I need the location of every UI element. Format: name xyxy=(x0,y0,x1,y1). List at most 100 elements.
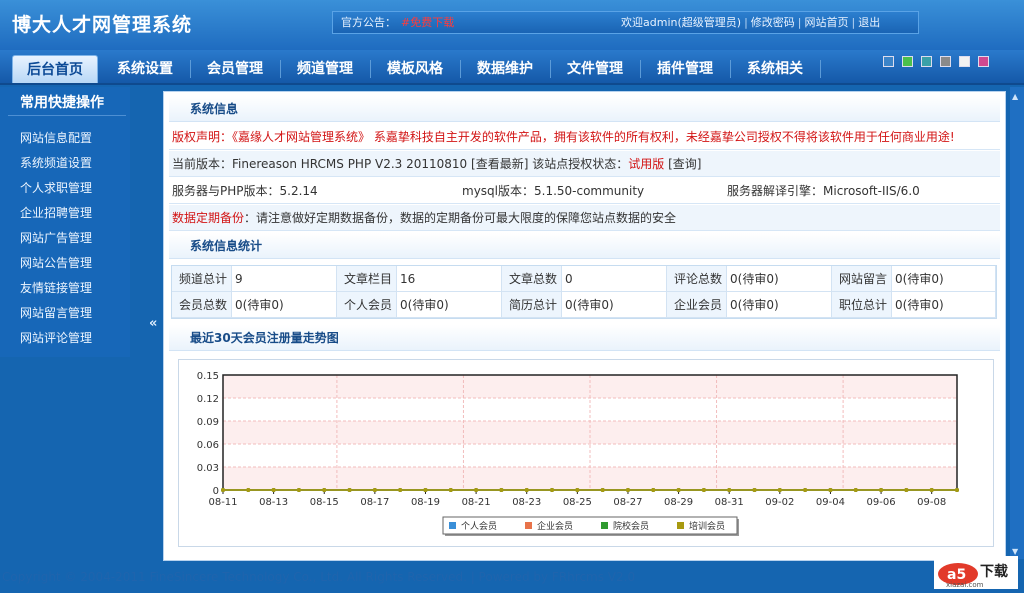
x-tick-label: 08-17 xyxy=(360,497,389,508)
series-point xyxy=(676,488,681,492)
nav-divider xyxy=(640,60,641,78)
auth-status: 试用版 xyxy=(628,157,665,171)
sidebar-item-job-seekers[interactable]: 个人求职管理 xyxy=(20,179,92,196)
welcome-text[interactable]: 欢迎admin(超级管理员) xyxy=(621,16,741,29)
series-point xyxy=(575,488,580,492)
series-point xyxy=(600,488,605,492)
stats-title: 系统信息统计 xyxy=(169,233,1000,259)
y-tick-label: 0.15 xyxy=(197,371,219,382)
stat-value: 0(待审0) xyxy=(397,292,502,318)
legend-label: 企业会员 xyxy=(537,520,573,532)
legend-swatch xyxy=(525,522,532,529)
series-point xyxy=(372,488,377,492)
sidebar-item-channel-settings[interactable]: 系统频道设置 xyxy=(20,154,92,171)
skin-swatch-blue[interactable] xyxy=(883,56,894,67)
nav-home[interactable]: 后台首页 xyxy=(12,55,98,83)
skin-swatch-gray[interactable] xyxy=(940,56,951,67)
change-password-link[interactable]: 修改密码 xyxy=(751,16,795,29)
x-tick-label: 08-31 xyxy=(715,497,744,508)
notice-label: 官方公告： xyxy=(341,16,396,29)
series-point xyxy=(828,488,833,492)
nav-plugin-management[interactable]: 插件管理 xyxy=(644,55,726,83)
nav-channel-management[interactable]: 频道管理 xyxy=(284,55,366,83)
series-point xyxy=(955,488,959,492)
collapse-sidebar-icon[interactable]: « xyxy=(149,316,157,331)
y-tick-label: 0 xyxy=(213,486,219,497)
logout-link[interactable]: 退出 xyxy=(858,16,880,29)
stat-value: 9 xyxy=(232,266,337,292)
main-panel: 系统信息 版权声明：《嘉缘人才网站管理系统》 系嘉挚科技自主开发的软件产品，拥有… xyxy=(163,91,1006,561)
stat-label: 职位总计 xyxy=(832,292,892,318)
sidebar-item-messages[interactable]: 网站留言管理 xyxy=(20,304,92,321)
sidebar-item-friend-links[interactable]: 友情链接管理 xyxy=(20,279,92,296)
check-latest-link[interactable]: [查看最新] xyxy=(471,157,528,171)
x-tick-label: 08-25 xyxy=(563,497,592,508)
server-row: 服务器与PHP版本：5.2.14 mysql版本：5.1.50-communit… xyxy=(169,178,1000,204)
stats-table: 频道总计 9 文章栏目 16 文章总数 0 评论总数 0(待审0) 网站留言 0… xyxy=(171,265,997,319)
series-point xyxy=(853,488,858,492)
nav-data-maintenance[interactable]: 数据维护 xyxy=(464,55,546,83)
sidebar-item-ads[interactable]: 网站广告管理 xyxy=(20,229,92,246)
sidebar-item-site-config[interactable]: 网站信息配置 xyxy=(20,129,92,146)
sidebar-item-comments[interactable]: 网站评论管理 xyxy=(20,329,92,346)
y-tick-label: 0.06 xyxy=(197,440,219,451)
scroll-up-icon[interactable]: ▲ xyxy=(1012,92,1018,101)
x-tick-label: 08-11 xyxy=(208,497,237,508)
series-point xyxy=(398,488,403,492)
nav-system-settings[interactable]: 系统设置 xyxy=(104,55,186,83)
stat-label: 评论总数 xyxy=(667,266,727,292)
skin-swatch-green[interactable] xyxy=(902,56,913,67)
series-point xyxy=(701,488,706,492)
x-tick-label: 09-08 xyxy=(917,497,946,508)
x-tick-label: 09-02 xyxy=(765,497,794,508)
top-header: 博大人才网管理系统 官方公告： #免费下载 欢迎admin(超级管理员) | 修改密… xyxy=(0,0,1024,50)
nav-divider xyxy=(730,60,731,78)
series-point xyxy=(347,488,352,492)
skin-swatch-white[interactable] xyxy=(959,56,970,67)
sidebar-item-recruitment[interactable]: 企业招聘管理 xyxy=(20,204,92,221)
series-point xyxy=(246,488,251,492)
x-tick-label: 09-06 xyxy=(867,497,896,508)
sidebar-item-announcements[interactable]: 网站公告管理 xyxy=(20,254,92,271)
nav-file-management[interactable]: 文件管理 xyxy=(554,55,636,83)
legend-swatch xyxy=(601,522,608,529)
nav-member-management[interactable]: 会员管理 xyxy=(194,55,276,83)
backup-row: 数据定期备份：请注意做好定期数据备份，数据的定期备份可最大限度的保障您站点数据的… xyxy=(169,205,1000,231)
chart-svg: 0 0.03 0.06 0.09 0.12 0.15 08-11 08-13 08-15 08-1… xyxy=(197,371,959,536)
notice-link[interactable]: #免费下载 xyxy=(401,12,454,33)
legend-label: 培训会员 xyxy=(689,520,725,532)
x-tick-label: 08-27 xyxy=(613,497,642,508)
nav-template-style[interactable]: 模板风格 xyxy=(374,55,456,83)
series-point xyxy=(625,488,630,492)
sidebar-title: 常用快捷操作 xyxy=(20,95,104,111)
scroll-down-icon[interactable]: ▼ xyxy=(1012,547,1018,556)
main-nav: 后台首页 系统设置 会员管理 频道管理 模板风格 数据维护 文件管理 插件管理 … xyxy=(0,50,1024,85)
chart-title: 最近30天会员注册量走势图 xyxy=(169,325,1000,351)
main-scrollbar[interactable] xyxy=(1010,87,1024,559)
stat-label: 个人会员 xyxy=(337,292,397,318)
skin-swatch-teal[interactable] xyxy=(921,56,932,67)
mysql-version: mysql版本：5.1.50-community xyxy=(462,184,645,198)
series-point xyxy=(550,488,555,492)
nav-system-related[interactable]: 系统相关 xyxy=(734,55,816,83)
backup-label: 数据定期备份 xyxy=(172,211,245,225)
series-point xyxy=(221,488,225,492)
logo-download: 下载 xyxy=(980,563,1008,580)
stat-label: 会员总数 xyxy=(172,292,232,318)
copyright-row: 版权声明：《嘉缘人才网站管理系统》 系嘉挚科技自主开发的软件产品，拥有该软件的所… xyxy=(169,124,1000,150)
footer-copyright: Copyright © 2004-2011 FineSincere Techno… xyxy=(2,570,636,584)
x-tick-label: 08-13 xyxy=(259,497,288,508)
skin-swatch-pink[interactable] xyxy=(978,56,989,67)
y-tick-label: 0.03 xyxy=(197,463,219,474)
series-point xyxy=(777,488,782,492)
query-link[interactable]: [查询] xyxy=(668,157,701,171)
site-home-link[interactable]: 网站首页 xyxy=(805,16,849,29)
x-tick-label: 08-19 xyxy=(411,497,440,508)
registration-trend-chart: 0 0.03 0.06 0.09 0.12 0.15 08-11 08-13 08-15 08-1… xyxy=(178,359,994,547)
x-tick-label: 08-29 xyxy=(664,497,693,508)
x-tick-label: 08-23 xyxy=(512,497,541,508)
nav-divider xyxy=(370,60,371,78)
legend-swatch xyxy=(449,522,456,529)
series-point xyxy=(448,488,453,492)
series-point xyxy=(271,488,276,492)
